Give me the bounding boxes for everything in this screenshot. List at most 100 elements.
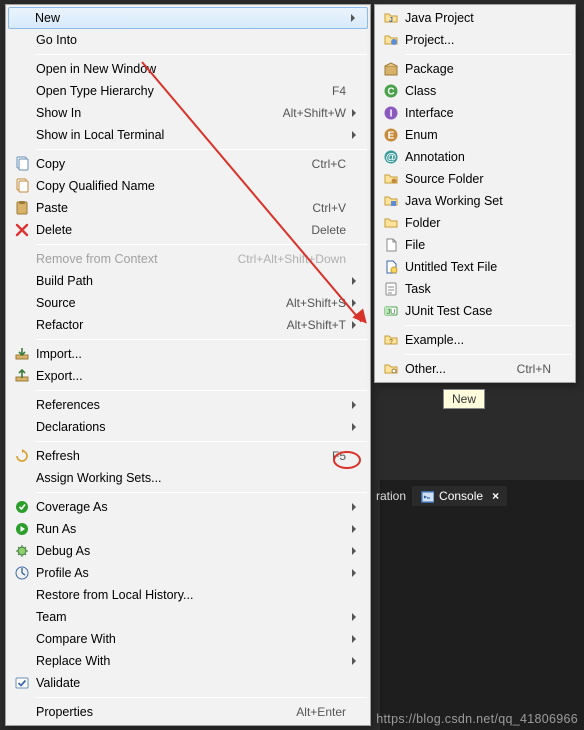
menu-item-import[interactable]: Import... — [8, 343, 368, 365]
menu-item-shortcut: Alt+Enter — [296, 705, 346, 719]
menu-item-validate[interactable]: Validate — [8, 672, 368, 694]
menu-item-java-working-set[interactable]: Java Working Set — [377, 190, 573, 212]
menu-item-properties[interactable]: PropertiesAlt+Enter — [8, 701, 368, 723]
menu-item-label: Refresh — [36, 449, 332, 463]
menu-item-other[interactable]: Other...Ctrl+N — [377, 358, 573, 380]
tab-label-partial[interactable]: ration — [370, 489, 412, 503]
blank-icon — [11, 584, 33, 606]
menu-item-compare-with[interactable]: Compare With — [8, 628, 368, 650]
menu-item-refresh[interactable]: RefreshF5 — [8, 445, 368, 467]
menu-item-label: Copy Qualified Name — [36, 179, 346, 193]
menu-item-enum[interactable]: Enum — [377, 124, 573, 146]
menu-item-show-in[interactable]: Show InAlt+Shift+W — [8, 102, 368, 124]
menu-item-label: Export... — [36, 369, 346, 383]
folder-icon — [380, 212, 402, 234]
menu-item-delete[interactable]: DeleteDelete — [8, 219, 368, 241]
delete-icon — [11, 219, 33, 241]
menu-separator — [36, 390, 367, 391]
menu-item-label: Java Project — [405, 11, 551, 25]
menu-item-shortcut: F4 — [332, 84, 346, 98]
menu-item-debug-as[interactable]: Debug As — [8, 540, 368, 562]
menu-item-build-path[interactable]: Build Path — [8, 270, 368, 292]
menu-item-label: JUnit Test Case — [405, 304, 551, 318]
blank-icon — [11, 314, 33, 336]
menu-item-restore-from-local-history[interactable]: Restore from Local History... — [8, 584, 368, 606]
blank-icon — [11, 270, 33, 292]
class-icon — [380, 80, 402, 102]
menu-item-java-project[interactable]: Java Project — [377, 7, 573, 29]
menu-item-label: References — [36, 398, 346, 412]
menu-item-label: Show in Local Terminal — [36, 128, 346, 142]
blank-icon — [11, 467, 33, 489]
menu-item-source[interactable]: SourceAlt+Shift+S — [8, 292, 368, 314]
menu-item-example[interactable]: Example... — [377, 329, 573, 351]
menu-item-label: Show In — [36, 106, 283, 120]
menu-item-refactor[interactable]: RefactorAlt+Shift+T — [8, 314, 368, 336]
new-submenu: Java Project Project... Package Class Interf… — [374, 4, 576, 383]
tab-console[interactable]: Console × — [412, 486, 507, 506]
menu-item-class[interactable]: Class — [377, 80, 573, 102]
blank-icon — [11, 701, 33, 723]
copy-qn-icon — [11, 175, 33, 197]
menu-item-label: Build Path — [36, 274, 346, 288]
menu-item-show-in-local-terminal[interactable]: Show in Local Terminal — [8, 124, 368, 146]
menu-item-label: Copy — [36, 157, 312, 171]
refresh-icon — [11, 445, 33, 467]
menu-item-copy[interactable]: CopyCtrl+C — [8, 153, 368, 175]
menu-item-untitled-text-file[interactable]: Untitled Text File — [377, 256, 573, 278]
menu-item-label: Class — [405, 84, 551, 98]
menu-item-paste[interactable]: PasteCtrl+V — [8, 197, 368, 219]
menu-separator — [36, 697, 367, 698]
enum-icon — [380, 124, 402, 146]
menu-item-replace-with[interactable]: Replace With — [8, 650, 368, 672]
menu-item-folder[interactable]: Folder — [377, 212, 573, 234]
menu-item-copy-qualified-name[interactable]: Copy Qualified Name — [8, 175, 368, 197]
blank-icon — [11, 394, 33, 416]
menu-item-declarations[interactable]: Declarations — [8, 416, 368, 438]
menu-item-file[interactable]: File — [377, 234, 573, 256]
menu-item-label: Properties — [36, 705, 296, 719]
menu-item-team[interactable]: Team — [8, 606, 368, 628]
close-icon[interactable]: × — [492, 489, 499, 503]
menu-item-run-as[interactable]: Run As — [8, 518, 368, 540]
menu-item-task[interactable]: Task — [377, 278, 573, 300]
menu-item-open-type-hierarchy[interactable]: Open Type HierarchyF4 — [8, 80, 368, 102]
menu-item-coverage-as[interactable]: Coverage As — [8, 496, 368, 518]
menu-item-shortcut: Alt+Shift+T — [287, 318, 346, 332]
menu-item-label: Source Folder — [405, 172, 551, 186]
menu-item-references[interactable]: References — [8, 394, 368, 416]
menu-item-label: Delete — [36, 223, 311, 237]
menu-item-export[interactable]: Export... — [8, 365, 368, 387]
java-project-icon — [380, 7, 402, 29]
menu-item-label: Team — [36, 610, 346, 624]
file-icon — [380, 234, 402, 256]
menu-item-label: New — [35, 11, 346, 25]
menu-item-go-into[interactable]: Go Into — [8, 29, 368, 51]
menu-separator — [36, 54, 367, 55]
blank-icon — [11, 124, 33, 146]
menu-item-annotation[interactable]: Annotation — [377, 146, 573, 168]
menu-item-junit-test-case[interactable]: JUnit Test Case — [377, 300, 573, 322]
annotation-circle — [333, 451, 361, 469]
menu-item-shortcut: Delete — [311, 223, 346, 237]
blank-icon — [11, 102, 33, 124]
menu-item-label: Coverage As — [36, 500, 346, 514]
menu-item-source-folder[interactable]: Source Folder — [377, 168, 573, 190]
menu-item-label: Open in New Window — [36, 62, 346, 76]
menu-item-label: Open Type Hierarchy — [36, 84, 332, 98]
menu-item-package[interactable]: Package — [377, 58, 573, 80]
menu-separator — [36, 244, 367, 245]
menu-item-profile-as[interactable]: Profile As — [8, 562, 368, 584]
context-menu: New Go Into Open in New Window Open Type Hi… — [5, 4, 371, 726]
menu-item-label: Validate — [36, 676, 346, 690]
menu-item-interface[interactable]: Interface — [377, 102, 573, 124]
import-icon — [11, 343, 33, 365]
blank-icon — [11, 606, 33, 628]
blank-icon — [11, 292, 33, 314]
menu-item-new[interactable]: New — [8, 7, 368, 29]
menu-item-project[interactable]: Project... — [377, 29, 573, 51]
untitled-file-icon — [380, 256, 402, 278]
menu-item-assign-working-sets[interactable]: Assign Working Sets... — [8, 467, 368, 489]
profile-icon — [11, 562, 33, 584]
menu-item-open-in-new-window[interactable]: Open in New Window — [8, 58, 368, 80]
